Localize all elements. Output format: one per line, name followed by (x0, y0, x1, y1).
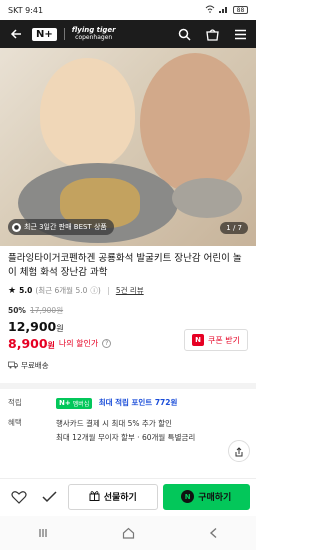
battery-level: 88 (236, 6, 245, 14)
truck-icon (8, 361, 18, 371)
star-icon: ★ (8, 285, 17, 296)
status-icons: 88 (205, 5, 248, 15)
shipping-row: 무료배송 (8, 360, 248, 371)
gift-label: 선물하기 (103, 493, 137, 503)
np-badge-sub: 멤버십 (72, 400, 90, 408)
photo-child (40, 58, 135, 168)
naver-n-icon: N (192, 334, 205, 346)
info-icon[interactable]: ⓘ) (90, 285, 100, 296)
image-pager: 1 / 7 (220, 222, 248, 234)
flame-icon: ● (12, 222, 21, 232)
benefit-row[interactable]: 혜택 행사카드 결제 시 최대 5% 추가 할인 최대 12개월 무이자 할부 … (8, 417, 248, 445)
check-bookmark-icon[interactable] (37, 484, 63, 510)
benefit-label: 혜택 (8, 417, 22, 427)
coupon-label: 쿠폰 받기 (208, 335, 240, 345)
my-price-unit: 원 (47, 341, 55, 350)
rating-score: 5.0 (19, 286, 33, 295)
back-arrow-icon[interactable] (6, 24, 26, 44)
naver-n-circle-icon: N (181, 490, 195, 503)
help-icon[interactable]: ? (102, 339, 112, 348)
price-area: 50% 17,900원 12,900원 8,900원 나의 할인가 ? N 쿠폰… (8, 305, 248, 351)
share-button[interactable] (228, 440, 250, 462)
battery-icon: 88 (233, 6, 248, 14)
coupon-button[interactable]: N 쿠폰 받기 (184, 329, 248, 351)
my-price-amount-wrap: 8,900원 (8, 336, 55, 351)
brand-logo[interactable]: flying tiger copenhagen (71, 26, 116, 42)
bottom-action-bar: 선물하기 N 구매하기 (0, 478, 256, 514)
search-icon[interactable] (174, 24, 194, 44)
photo-gravel (172, 178, 242, 218)
original-price: 17,900원 (29, 306, 64, 315)
points-value: 최대 적립 포인트 772원 (98, 398, 178, 407)
back-nav-icon[interactable] (208, 524, 220, 543)
carrier-time: SKT 9:41 (8, 5, 44, 15)
product-title: 플라잉타이거코펜하겐 공룡화석 발굴키트 장난감 어린이 놀이 체험 화석 장난… (8, 253, 242, 278)
best-seller-badge: ● 최근 3일간 판매 BEST 상품 (8, 219, 114, 235)
np-badge-logo: N+ (59, 399, 71, 407)
recent-apps-icon[interactable] (37, 524, 49, 543)
points-row[interactable]: 적립 N+ 멤버십 최대 적립 포인트 772원 (8, 397, 248, 409)
benefit-line-card: 행사카드 결제 시 최대 5% 추가 할인 (56, 418, 172, 428)
benefit-lines: 행사카드 결제 시 최대 5% 추가 할인 최대 12개월 무이자 할부 · 6… (56, 417, 248, 445)
status-bar: SKT 9:41 88 (0, 0, 256, 20)
benefit-info: 적립 N+ 멤버십 최대 적립 포인트 772원 혜택 행사카드 결제 시 최대 … (0, 389, 256, 445)
sale-price-unit: 원 (56, 324, 64, 333)
buy-label: 구매하기 (198, 493, 232, 503)
my-price-label: 나의 할인가 (58, 339, 99, 348)
gift-icon (89, 490, 100, 504)
brand-line2: copenhagen (75, 34, 113, 41)
sale-price-amount: 12,900 (8, 319, 57, 334)
benefit-line-installment: 최대 12개월 무이자 할부 · 60개월 특별금리 (56, 432, 196, 442)
photo-father (140, 53, 250, 193)
naver-plus-logo[interactable]: N+ (32, 27, 57, 41)
home-icon[interactable] (122, 524, 135, 543)
points-label: 적립 (8, 398, 22, 408)
header-divider (63, 28, 65, 40)
share-icon (234, 442, 244, 461)
discount-line: 50% 17,900원 (8, 305, 248, 316)
discount-percent: 50% (8, 306, 26, 315)
buy-button[interactable]: N 구매하기 (162, 483, 250, 510)
rating-row: ★ 5.0 (최근 6개월 5.0 ⓘ) 5건 리뷰 (8, 285, 248, 296)
naver-plus-membership-badge: N+ 멤버십 (56, 397, 93, 409)
my-price-amount: 8,900 (8, 336, 48, 351)
points-value-wrap: N+ 멤버십 최대 적립 포인트 772원 (56, 397, 248, 409)
brand-line1: flying tiger (71, 26, 116, 34)
rating-divider (107, 286, 109, 295)
gift-button[interactable]: 선물하기 (68, 483, 158, 510)
review-count-link[interactable]: 5건 리뷰 (116, 285, 144, 296)
top-header: N+ flying tiger copenhagen (0, 20, 256, 48)
heart-icon[interactable] (6, 484, 32, 510)
rating-recent: (최근 6개월 5.0 (35, 286, 88, 295)
wifi-icon (205, 5, 215, 15)
signal-icon (219, 5, 229, 15)
product-info: 플라잉타이거코펜하겐 공룡화석 발굴키트 장난감 어린이 놀이 체험 화석 장난… (0, 246, 256, 371)
cart-icon[interactable] (202, 24, 222, 44)
best-seller-text: 최근 3일간 판매 BEST 상품 (24, 223, 107, 231)
product-image-carousel[interactable]: ● 최근 3일간 판매 BEST 상품 1 / 7 (0, 48, 256, 246)
system-nav-bar (0, 516, 256, 550)
shipping-text: 무료배송 (21, 361, 49, 370)
menu-icon[interactable] (230, 24, 250, 44)
